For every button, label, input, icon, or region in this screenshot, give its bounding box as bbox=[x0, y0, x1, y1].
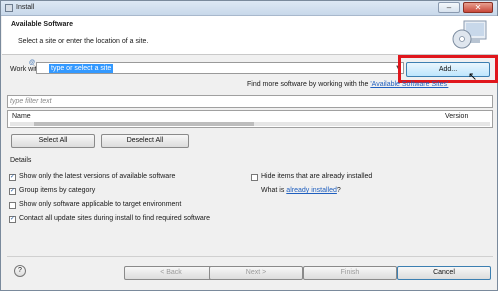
select-all-button[interactable]: Select All bbox=[11, 134, 95, 148]
filter-input[interactable]: type filter text bbox=[7, 95, 493, 108]
what-is-suffix: ? bbox=[336, 187, 341, 194]
what-is-installed-text: What is already installed? bbox=[261, 187, 341, 194]
page-title: Available Software bbox=[11, 21, 73, 28]
footer-divider bbox=[7, 256, 493, 257]
available-sites-link[interactable]: 'Available Software Sites' bbox=[370, 81, 448, 88]
group-by-category-label: Group items by category bbox=[19, 187, 96, 194]
contact-sites-label: Contact all update sites during install … bbox=[19, 215, 211, 222]
back-button[interactable]: < Back bbox=[124, 266, 218, 280]
hide-installed-checkbox[interactable] bbox=[251, 174, 258, 181]
contact-sites-checkbox[interactable]: ✓ bbox=[9, 216, 16, 223]
install-cd-icon bbox=[452, 20, 487, 49]
latest-versions-label: Show only the latest versions of availab… bbox=[19, 173, 176, 180]
find-more-prefix: Find more software by working with the bbox=[247, 81, 371, 88]
details-label: Details bbox=[10, 157, 32, 164]
group-by-category-checkbox[interactable]: ✓ bbox=[9, 188, 16, 195]
next-button[interactable]: Next > bbox=[209, 266, 303, 280]
finish-button[interactable]: Finish bbox=[303, 266, 397, 280]
content-assist-icon: @ bbox=[29, 60, 36, 66]
window-title: Install bbox=[16, 4, 35, 11]
already-installed-link[interactable]: already installed bbox=[286, 187, 337, 194]
close-button[interactable]: ✕ bbox=[463, 2, 493, 13]
what-is-prefix: What is bbox=[261, 187, 287, 194]
app-icon bbox=[5, 4, 13, 12]
mouse-cursor-icon: ↖ bbox=[468, 71, 478, 83]
column-header-version[interactable]: Version bbox=[445, 113, 468, 120]
title-bar: Install – ✕ bbox=[1, 1, 497, 16]
work-with-value: type or select a site bbox=[49, 64, 114, 73]
horizontal-scrollbar[interactable] bbox=[10, 122, 490, 126]
latest-versions-checkbox[interactable]: ✓ bbox=[9, 174, 16, 181]
scrollbar-thumb[interactable] bbox=[34, 122, 254, 126]
highlight-box bbox=[398, 55, 498, 83]
target-environment-label: Show only software applicable to target … bbox=[19, 201, 182, 208]
help-icon[interactable]: ? bbox=[14, 265, 26, 277]
minimize-button[interactable]: – bbox=[438, 2, 460, 13]
install-dialog: Install – ✕ Available Software Select a … bbox=[0, 0, 498, 291]
software-table: Name Version bbox=[7, 110, 493, 128]
work-with-combo[interactable]: type or select a site ▼ bbox=[36, 62, 404, 74]
page-subtitle: Select a site or enter the location of a… bbox=[18, 38, 149, 45]
hide-installed-label: Hide items that are already installed bbox=[261, 173, 373, 180]
target-environment-checkbox[interactable] bbox=[9, 202, 16, 209]
find-more-text: Find more software by working with the '… bbox=[247, 81, 448, 88]
deselect-all-button[interactable]: Deselect All bbox=[101, 134, 189, 148]
header-banner: Available Software Select a site or ente… bbox=[2, 16, 498, 55]
cancel-button[interactable]: Cancel bbox=[397, 266, 491, 280]
column-header-name[interactable]: Name bbox=[12, 113, 31, 120]
